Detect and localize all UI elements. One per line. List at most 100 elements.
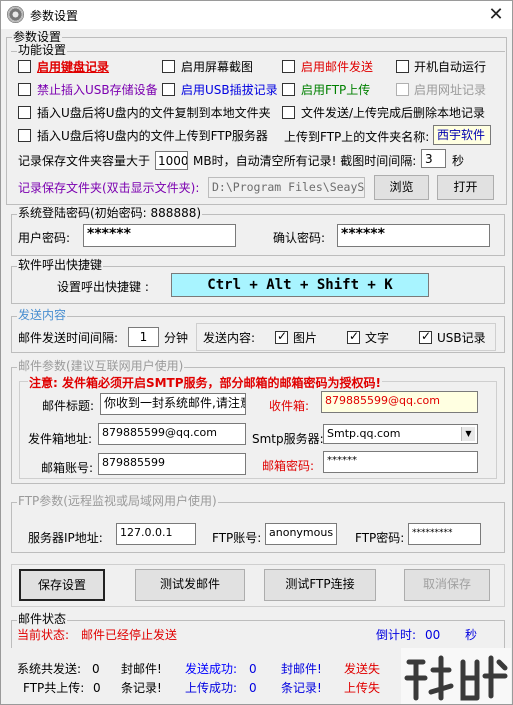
ftp-ip-input[interactable]: 127.0.0.1 xyxy=(116,523,196,545)
autostart-checkbox[interactable] xyxy=(396,60,409,73)
login-group-legend: 系统登陆密码(初始密码: 888888) xyxy=(17,206,203,220)
hotkey-group-legend: 软件呼出快捷键 xyxy=(17,258,104,272)
title-bar[interactable]: 参数设置 ✕ xyxy=(1,1,512,29)
mail-group-legend: 邮件参数(建议互联网用户使用) xyxy=(17,359,185,373)
screenshot-checkbox[interactable] xyxy=(162,60,175,73)
current-status-value: 邮件已经停止发送 xyxy=(81,628,178,642)
usb-record-checkbox[interactable] xyxy=(162,83,175,96)
mail-total-unit: 封邮件! xyxy=(121,662,162,676)
mail-fail-label: 发送失 xyxy=(344,662,381,676)
test-ftp-button[interactable]: 测试FTP连接 xyxy=(264,569,376,601)
ftp-total-unit: 条记录! xyxy=(121,681,162,695)
mail-password-input[interactable]: ****** xyxy=(323,451,478,473)
ftp-total-label: FTP共上传: xyxy=(23,681,85,695)
folder-label[interactable]: 记录保存文件夹(双击显示文件夹): xyxy=(18,181,199,195)
send-interval-input[interactable]: 1 xyxy=(128,327,159,347)
mail-total-value: 0 xyxy=(92,662,100,676)
upload-usb-ftp-checkbox[interactable] xyxy=(18,129,31,142)
send-interval-unit: 分钟 xyxy=(164,331,189,345)
countdown-unit: 秒 xyxy=(465,628,478,642)
keyboard-record-checkbox[interactable] xyxy=(18,60,31,73)
keyboard-record-label: 启用键盘记录 xyxy=(37,60,110,74)
screenshot-interval-input[interactable]: 3 xyxy=(421,149,446,168)
mail-notice: 注意: 发件箱必须开启SMTP服务，部分邮箱的邮箱密码为授权码! xyxy=(28,376,383,390)
ftp-account-input[interactable]: anonymous xyxy=(265,523,337,545)
current-status-label: 当前状态: xyxy=(17,628,70,642)
ftp-success-value: 0 xyxy=(249,681,257,695)
delete-after-send-label: 文件发送/上传完成后删除本地记录 xyxy=(301,106,486,120)
close-button[interactable]: ✕ xyxy=(481,3,511,27)
send-interval-label: 邮件发送时间间隔: xyxy=(18,331,119,345)
chevron-down-icon[interactable]: ▼ xyxy=(461,427,475,441)
recipient-input[interactable]: 879885599@qq.com xyxy=(321,391,478,413)
ftp-password-label: FTP密码: xyxy=(355,531,405,545)
hotkey-input[interactable]: Ctrl + Alt + Shift + K xyxy=(171,273,429,297)
ftp-group-legend: FTP参数(远程监视或局域网用户使用) xyxy=(17,494,218,508)
ftp-folder-label: 上传到FTP上的文件夹名称: xyxy=(284,130,430,144)
open-button[interactable]: 打开 xyxy=(437,175,494,200)
user-password-input[interactable]: ****** xyxy=(83,224,236,247)
send-group-legend: 发送内容 xyxy=(17,308,68,322)
mail-account-label: 邮箱账号: xyxy=(41,461,94,475)
hotkey-label: 设置呼出快捷键 : xyxy=(57,280,149,294)
mail-success-unit: 封邮件! xyxy=(281,662,322,676)
ftp-folder-input[interactable]: 西宇软件 xyxy=(433,125,491,145)
window-title: 参数设置 xyxy=(30,9,79,23)
confirm-password-label: 确认密码: xyxy=(273,231,326,245)
mail-total-label: 系统共发送: xyxy=(17,662,82,676)
send-content-label: 发送内容: xyxy=(203,331,256,345)
mail-send-checkbox[interactable] xyxy=(282,60,295,73)
mail-send-label: 启用邮件发送 xyxy=(301,60,374,74)
sender-address-label: 发件箱地址: xyxy=(28,432,93,446)
ftp-fail-label: 上传失 xyxy=(344,681,381,695)
settings-window: 参数设置 ✕ 参数设置 功能设置 启用键盘记录 启用屏幕截图 启用邮件发送 开机… xyxy=(0,0,513,705)
autostart-label: 开机自动运行 xyxy=(414,60,487,74)
screenshot-interval-unit: 秒 xyxy=(452,154,465,168)
block-usb-checkbox[interactable] xyxy=(18,83,31,96)
countdown-value: 00 xyxy=(425,628,441,642)
test-mail-button[interactable]: 测试发邮件 xyxy=(135,569,245,601)
ftp-ip-label: 服务器IP地址: xyxy=(28,531,103,545)
delete-after-send-checkbox[interactable] xyxy=(282,106,295,119)
sender-address-input[interactable]: 879885599@qq.com xyxy=(98,423,246,445)
mail-subject-label: 邮件标题: xyxy=(42,399,95,413)
screenshot-label: 启用屏幕截图 xyxy=(181,60,254,74)
confirm-password-input[interactable]: ****** xyxy=(337,224,490,247)
cancel-save-button[interactable]: 取消保存 xyxy=(404,569,490,601)
mail-account-input[interactable]: 879885599 xyxy=(98,453,246,475)
functions-group-legend: 功能设置 xyxy=(17,43,68,57)
capacity-input[interactable]: 1000 xyxy=(155,151,188,170)
send-picture-checkbox[interactable] xyxy=(275,329,288,344)
countdown-label: 倒计时: xyxy=(376,628,417,642)
gear-icon xyxy=(7,6,24,23)
usb-record-label: 启用USB插拔记录 xyxy=(181,83,278,97)
capacity-label: 记录保存文件夹容量大于 xyxy=(18,154,151,168)
send-text-label: 文字 xyxy=(365,331,390,345)
block-usb-label: 禁止插入USB存储设备 xyxy=(37,83,158,97)
watermark-logo xyxy=(401,648,511,704)
ftp-password-input[interactable]: ********* xyxy=(408,523,481,545)
ftp-account-label: FTP账号: xyxy=(212,531,262,545)
mail-status-legend: 邮件状态 xyxy=(17,612,68,626)
send-usb-checkbox[interactable] xyxy=(419,329,432,344)
folder-path-input[interactable]: D:\Program Files\SeayS xyxy=(208,177,365,198)
ftp-total-value: 0 xyxy=(93,681,101,695)
send-usb-label: USB记录 xyxy=(437,331,486,345)
user-password-label: 用户密码: xyxy=(18,231,71,245)
ftp-success-label: 上传成功: xyxy=(185,681,238,695)
recipient-label: 收件箱: xyxy=(269,399,310,413)
send-picture-label: 图片 xyxy=(293,331,318,345)
mail-password-label: 邮箱密码: xyxy=(262,459,315,473)
copy-usb-checkbox[interactable] xyxy=(18,106,31,119)
smtp-server-label: Smtp服务器: xyxy=(252,432,324,446)
mail-subject-input[interactable]: 你收到一封系统邮件,请注意 xyxy=(100,393,246,415)
capacity-suffix: MB时，自动清空所有记录! 截图时间间隔: xyxy=(193,154,417,168)
send-text-checkbox[interactable] xyxy=(347,329,360,344)
upload-usb-ftp-label: 插入U盘后将U盘内的文件上传到FTP服务器 xyxy=(37,129,268,143)
browse-button[interactable]: 浏览 xyxy=(374,175,429,200)
ftp-upload-checkbox[interactable] xyxy=(282,83,295,96)
smtp-server-select[interactable]: Smtp.qq.com ▼ xyxy=(323,424,478,444)
url-record-checkbox[interactable] xyxy=(396,83,409,96)
save-button[interactable]: 保存设置 xyxy=(19,569,105,601)
ftp-upload-label: 启用FTP上传 xyxy=(301,83,371,97)
